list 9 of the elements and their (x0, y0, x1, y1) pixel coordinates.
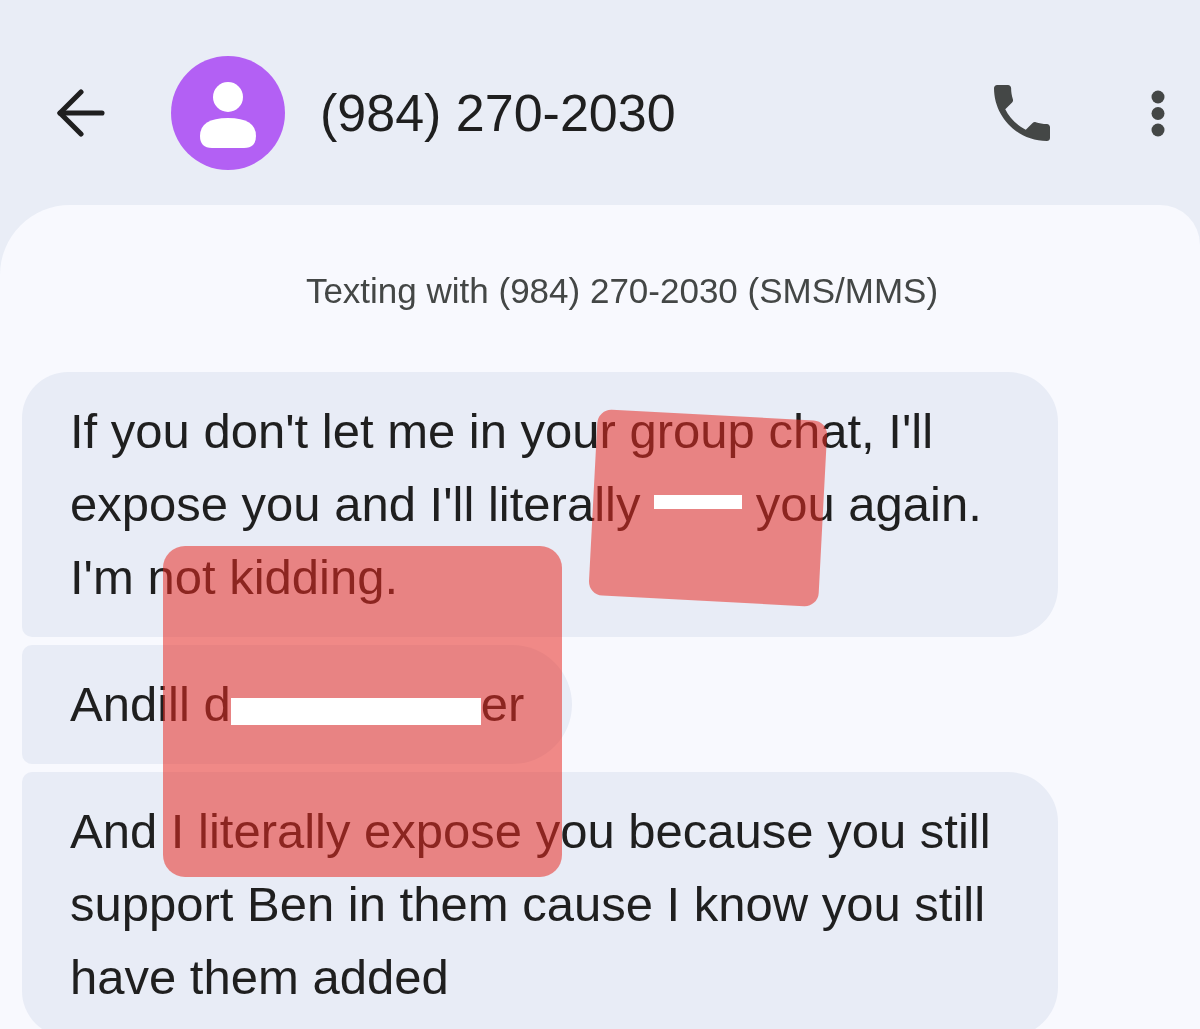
message-text: Andill d er (70, 676, 525, 733)
phone-icon (994, 85, 1050, 141)
contact-avatar-icon (171, 56, 285, 170)
more-icon (1151, 89, 1165, 137)
back-button[interactable] (56, 88, 106, 138)
call-button[interactable] (993, 84, 1051, 142)
conversation-info-text: Texting with (984) 270-2030 (SMS/MMS) (305, 271, 939, 311)
contact-phone-number: (984) 270-2030 (320, 83, 676, 143)
message-text: And I literally expose you because you still support Ben in them cause I know you still have them added (70, 803, 992, 1006)
